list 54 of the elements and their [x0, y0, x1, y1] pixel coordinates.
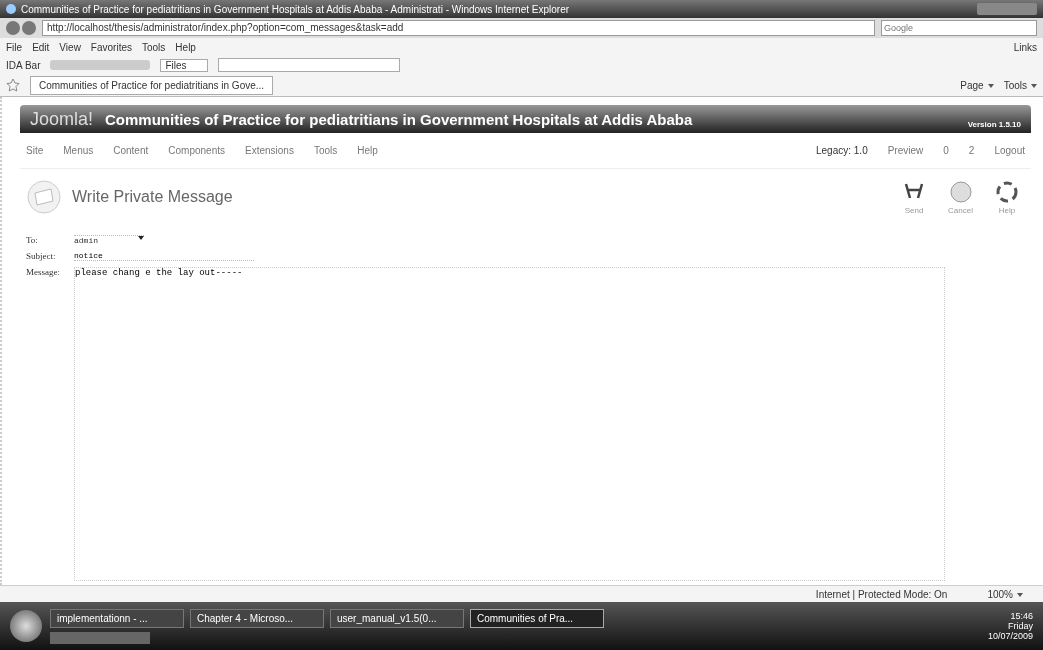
recipient-dropdown[interactable]: admin: [74, 235, 144, 245]
clock-date: 10/07/2009: [987, 631, 1033, 641]
command-button[interactable]: Page: [960, 79, 994, 91]
menu-item[interactable]: Tools: [313, 145, 338, 156]
menu-item[interactable]: Help: [357, 145, 378, 156]
window-title: Communities of Practice for pediatritians in Government Hospitals at Addis Ababa - Administrati - Windows Internet Explorer: [21, 3, 571, 15]
menu-item[interactable]: Help: [175, 41, 196, 53]
menu-item[interactable]: Components: [168, 145, 225, 156]
menu-item[interactable]: Extensions: [245, 145, 294, 156]
menu-item[interactable]: Favorites: [90, 41, 132, 53]
field-label: Message:: [26, 267, 61, 277]
toolbar-field[interactable]: [217, 58, 400, 72]
preview-link[interactable]: Preview: [887, 145, 924, 156]
message-field[interactable]: please chang e the lay out-----: [74, 267, 945, 581]
menu-item[interactable]: Menus: [63, 145, 94, 156]
taskbar-button[interactable]: user_manual_v1.5(0...: [330, 608, 464, 628]
help-icon: [995, 179, 1019, 204]
site-title: Communities of Practice for pediatritians in Government Hospitals at Addis Ababa: [105, 110, 693, 128]
clock-time: 15:46: [1010, 611, 1033, 621]
search-field[interactable]: Google: [881, 20, 1037, 36]
taskbar-button[interactable]: Communities of Pra...: [470, 608, 604, 628]
address-field[interactable]: http://localhost/thesis/administrator/index.php?option=com_messages&task=add: [42, 20, 875, 36]
logo: Joomla!: [30, 108, 94, 130]
links-label[interactable]: Links: [1013, 41, 1037, 53]
back-forward-icon[interactable]: [6, 21, 36, 35]
taskbar-button[interactable]: Chapter 4 - Microso...: [190, 608, 324, 628]
menu-item[interactable]: View: [59, 41, 81, 53]
files-dropdown[interactable]: Files: [160, 58, 208, 72]
browser-tab[interactable]: Communities of Practice for pediatritians in Gove...: [30, 75, 274, 95]
toolbar-label: IDA Bar: [6, 59, 41, 71]
clock-day: Friday: [1008, 621, 1033, 631]
menu-item[interactable]: Edit: [32, 41, 50, 53]
field-label: Subject:: [26, 251, 57, 261]
page-title: Write Private Message: [72, 188, 233, 206]
version-label: Version 1.5.10: [967, 120, 1021, 131]
favorites-star-icon[interactable]: [6, 78, 20, 92]
users-count: 2: [968, 145, 975, 156]
taskbar-button[interactable]: implementationn - ...: [50, 608, 184, 628]
field-label: To:: [26, 235, 39, 245]
legacy-label: Legacy: 1.0: [816, 145, 868, 156]
start-button[interactable]: [10, 610, 42, 642]
cancel-icon: [948, 179, 973, 204]
message-icon: [26, 179, 62, 215]
menu-item[interactable]: Content: [113, 145, 149, 156]
browser-icon: [6, 4, 16, 14]
menu-item[interactable]: Site: [26, 145, 44, 156]
menu-item[interactable]: File: [6, 41, 23, 53]
command-button[interactable]: Tools: [1003, 79, 1037, 91]
menu-item[interactable]: Tools: [142, 41, 166, 53]
zoom-level[interactable]: 100%: [987, 588, 1023, 600]
messages-count: 0: [943, 145, 949, 156]
subject-field[interactable]: notice: [74, 251, 254, 261]
logout-link[interactable]: Logout: [994, 145, 1025, 156]
security-zone-label: Internet | Protected Mode: On: [815, 588, 948, 600]
